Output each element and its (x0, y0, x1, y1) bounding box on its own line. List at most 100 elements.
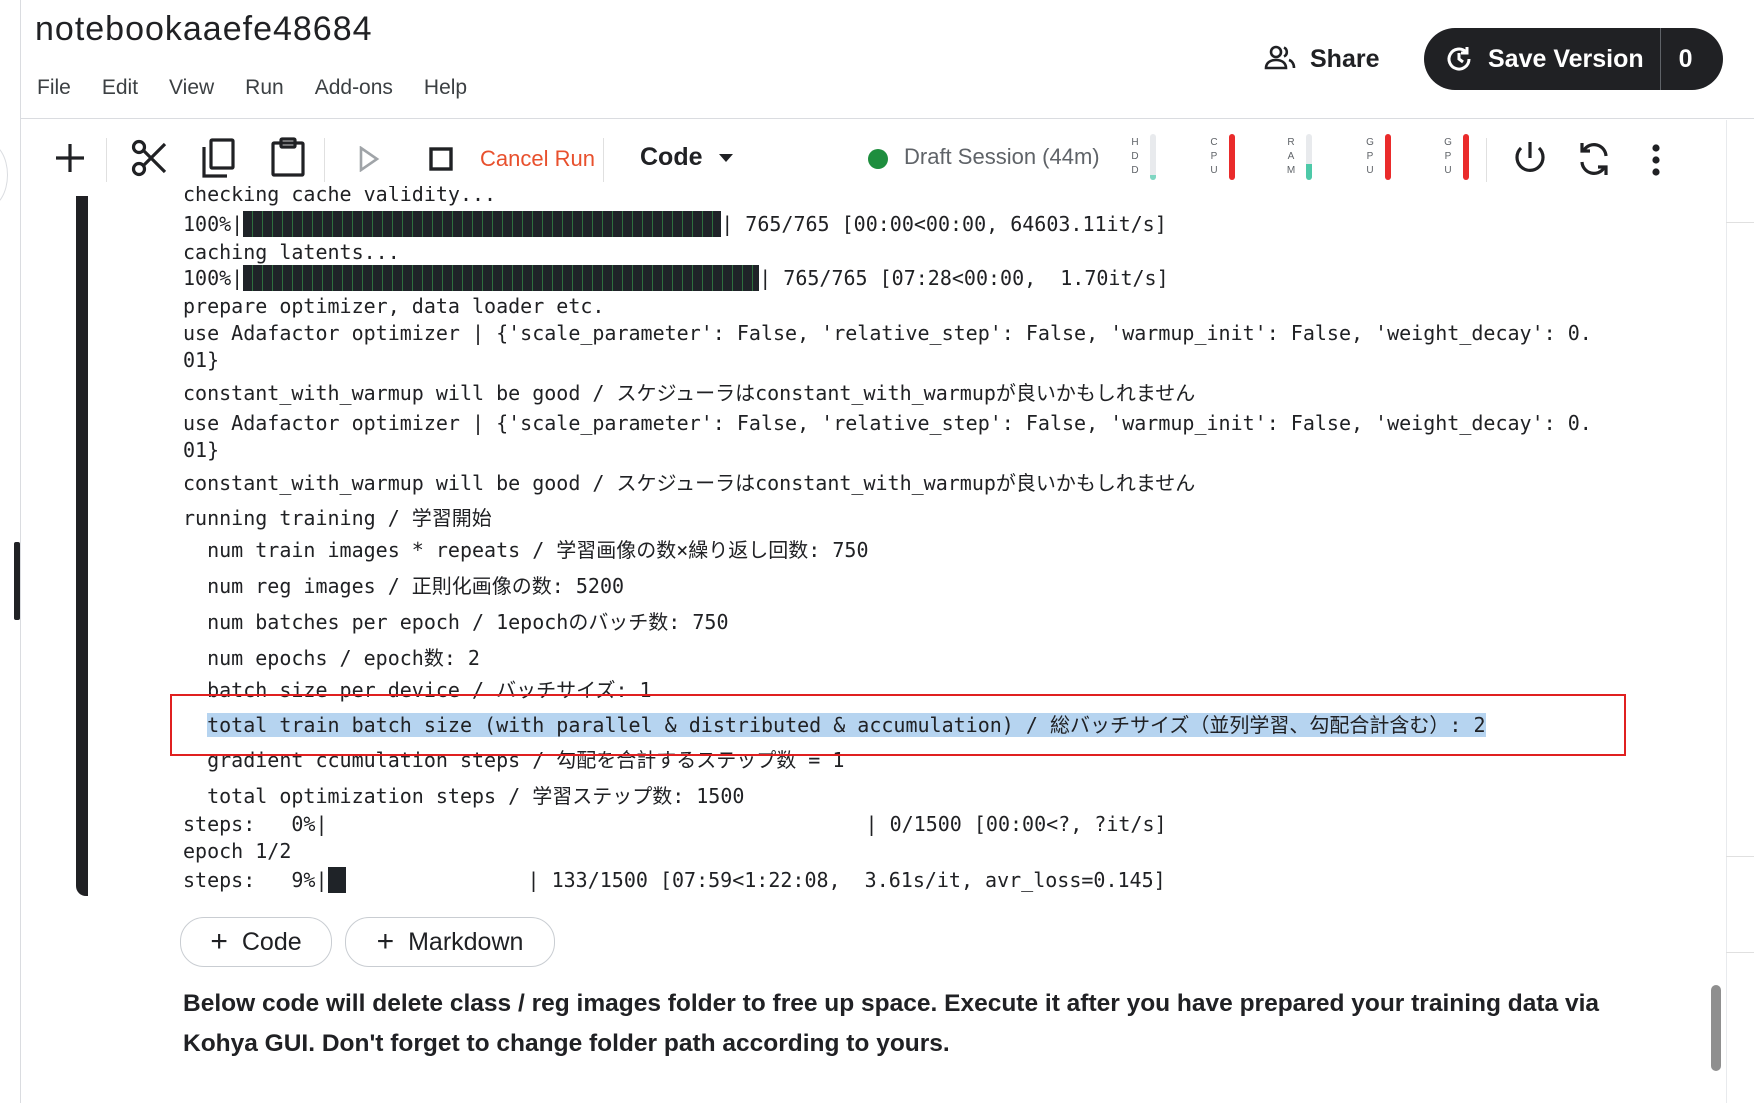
add-markdown-cell-button[interactable]: + Markdown (345, 917, 555, 967)
meter-letter: M (1286, 165, 1296, 176)
output-line: prepare optimizer, data loader etc. (183, 294, 605, 318)
save-version-button[interactable]: Save Version 0 (1424, 28, 1723, 90)
output-line: epoch 1/2 (183, 839, 292, 863)
output-line: 01} (183, 438, 220, 462)
toolbar-separator (324, 138, 325, 182)
menu-edit[interactable]: Edit (102, 76, 138, 100)
right-panel-divider (1726, 952, 1754, 953)
more-vertical-icon[interactable] (1644, 140, 1668, 180)
meter-fill (1229, 134, 1235, 180)
gpu-meter-2: GPU (1443, 134, 1469, 180)
meter-letter: U (1210, 165, 1218, 176)
meter-letter: D (1131, 165, 1139, 176)
add-code-cell-button[interactable]: + Code (180, 917, 332, 967)
output-line: num batches per epoch / 1epochのバッチ数: 750 (183, 610, 729, 634)
left-panel-border (20, 0, 21, 1103)
sidebar-toggle-button[interactable] (0, 142, 8, 208)
progress-line-caching-latents: 100%| | 765/765 [07:28<00:00, 1.70it/s] (183, 264, 1169, 293)
stop-icon[interactable] (426, 144, 456, 174)
output-line: total optimization steps / 学習ステップ数: 1500 (183, 784, 745, 808)
save-version-count: 0 (1678, 44, 1693, 73)
annotation-highlight-box (170, 694, 1626, 756)
output-line: constant_with_warmup will be good / スケジュ… (183, 381, 1196, 405)
progress-line-steps-current: steps: 9%| | 133/1500 [07:59<1:22:08, 3.6… (183, 866, 1166, 895)
meter-letter: C (1210, 137, 1218, 148)
session-status-dot (868, 149, 888, 169)
meter-letter: U (1444, 165, 1452, 176)
cancel-run-button[interactable]: Cancel Run (480, 146, 595, 172)
gpu-meter-bar (1385, 134, 1391, 180)
save-version-divider (1659, 28, 1661, 90)
right-panel-divider (1726, 856, 1754, 857)
gpu-meter-bar (1463, 134, 1469, 180)
meter-fill (1306, 163, 1312, 180)
progress-bar-cache-validity (243, 210, 722, 237)
scissors-icon[interactable] (128, 136, 172, 180)
hdd-meter-bar (1150, 134, 1156, 180)
meter-letter: D (1131, 151, 1139, 162)
refresh-icon[interactable] (1574, 138, 1614, 180)
header-divider (20, 118, 1754, 119)
play-icon[interactable] (354, 142, 384, 176)
meter-letter: P (1210, 151, 1218, 162)
notebook-title[interactable]: notebookaaefe48684 (35, 10, 373, 49)
cell-type-select[interactable]: Code (640, 143, 733, 172)
progress-suffix: | 765/765 [07:28<00:00, 1.70it/s] (759, 266, 1169, 290)
menu-run[interactable]: Run (245, 76, 284, 100)
toolbar-separator (106, 138, 107, 182)
paste-icon[interactable] (266, 134, 310, 180)
toolbar-separator (603, 138, 604, 182)
output-line: use Adafactor optimizer | {'scale_parame… (183, 321, 1592, 345)
share-label: Share (1310, 45, 1380, 73)
copy-icon[interactable] (196, 136, 240, 180)
hdd-meter-letters: HDD (1130, 136, 1140, 178)
meter-letter: A (1287, 151, 1295, 162)
share-button[interactable]: Share (1264, 44, 1379, 75)
output-line: constant_with_warmup will be good / スケジュ… (183, 471, 1196, 495)
cell-type-label: Code (640, 143, 703, 171)
markdown-cell-text[interactable]: Below code will delete class / reg image… (183, 984, 1623, 1064)
ram-meter-letters: RAM (1286, 136, 1296, 178)
plus-icon: + (376, 925, 395, 958)
meter-fill (1463, 134, 1469, 180)
output-line: num train images * repeats / 学習画像の数×繰り返し… (183, 538, 869, 562)
gpu-meter: GPU (1365, 134, 1391, 180)
session-status-label[interactable]: Draft Session (44m) (904, 144, 1100, 170)
plus-icon: + (210, 925, 228, 958)
gpu-meter-letters: GPU (1365, 136, 1375, 178)
meter-letter: R (1287, 137, 1295, 148)
ram-meter-bar (1306, 134, 1312, 180)
menu-help[interactable]: Help (424, 76, 467, 100)
people-icon (1264, 44, 1296, 75)
menu-file[interactable]: File (37, 76, 71, 100)
menu-view[interactable]: View (169, 76, 214, 100)
menu-add-ons[interactable]: Add-ons (315, 76, 393, 100)
progress-suffix: | 765/765 [00:00<00:00, 64603.11it/s] (721, 212, 1167, 236)
progress-prefix: steps: 9%| (183, 868, 328, 892)
output-line: checking cache validity... (183, 186, 497, 206)
save-history-icon (1444, 44, 1474, 74)
gpu-meter-letters: GPU (1443, 136, 1453, 178)
power-icon[interactable] (1510, 138, 1550, 180)
meter-letter: G (1444, 137, 1452, 148)
progress-prefix: 100%| (183, 266, 244, 290)
progress-bar-steps-current (327, 866, 528, 893)
cpu-meter: CPU (1209, 134, 1235, 180)
output-line: use Adafactor optimizer | {'scale_parame… (183, 411, 1592, 435)
add-code-label: Code (241, 927, 302, 956)
progress-suffix: | 133/1500 [07:59<1:22:08, 3.61s/it, avr… (527, 868, 1166, 892)
menu-bar: File Edit View Run Add-ons Help (37, 76, 498, 100)
cpu-meter-letters: CPU (1209, 136, 1219, 178)
meter-letter: G (1366, 137, 1374, 148)
meter-fill (1150, 175, 1156, 180)
hdd-meter: HDD (1130, 134, 1156, 180)
meter-letter: P (1444, 151, 1452, 162)
output-line: num epochs / epoch数: 2 (183, 646, 480, 670)
plus-icon[interactable] (50, 136, 90, 180)
sidebar-resize-handle[interactable] (14, 542, 20, 620)
vertical-scrollbar[interactable] (1711, 985, 1721, 1071)
output-line: 01} (183, 348, 220, 372)
chevron-down-icon (718, 149, 733, 167)
right-panel-divider (1726, 222, 1754, 223)
right-panel-border (1726, 120, 1727, 1103)
